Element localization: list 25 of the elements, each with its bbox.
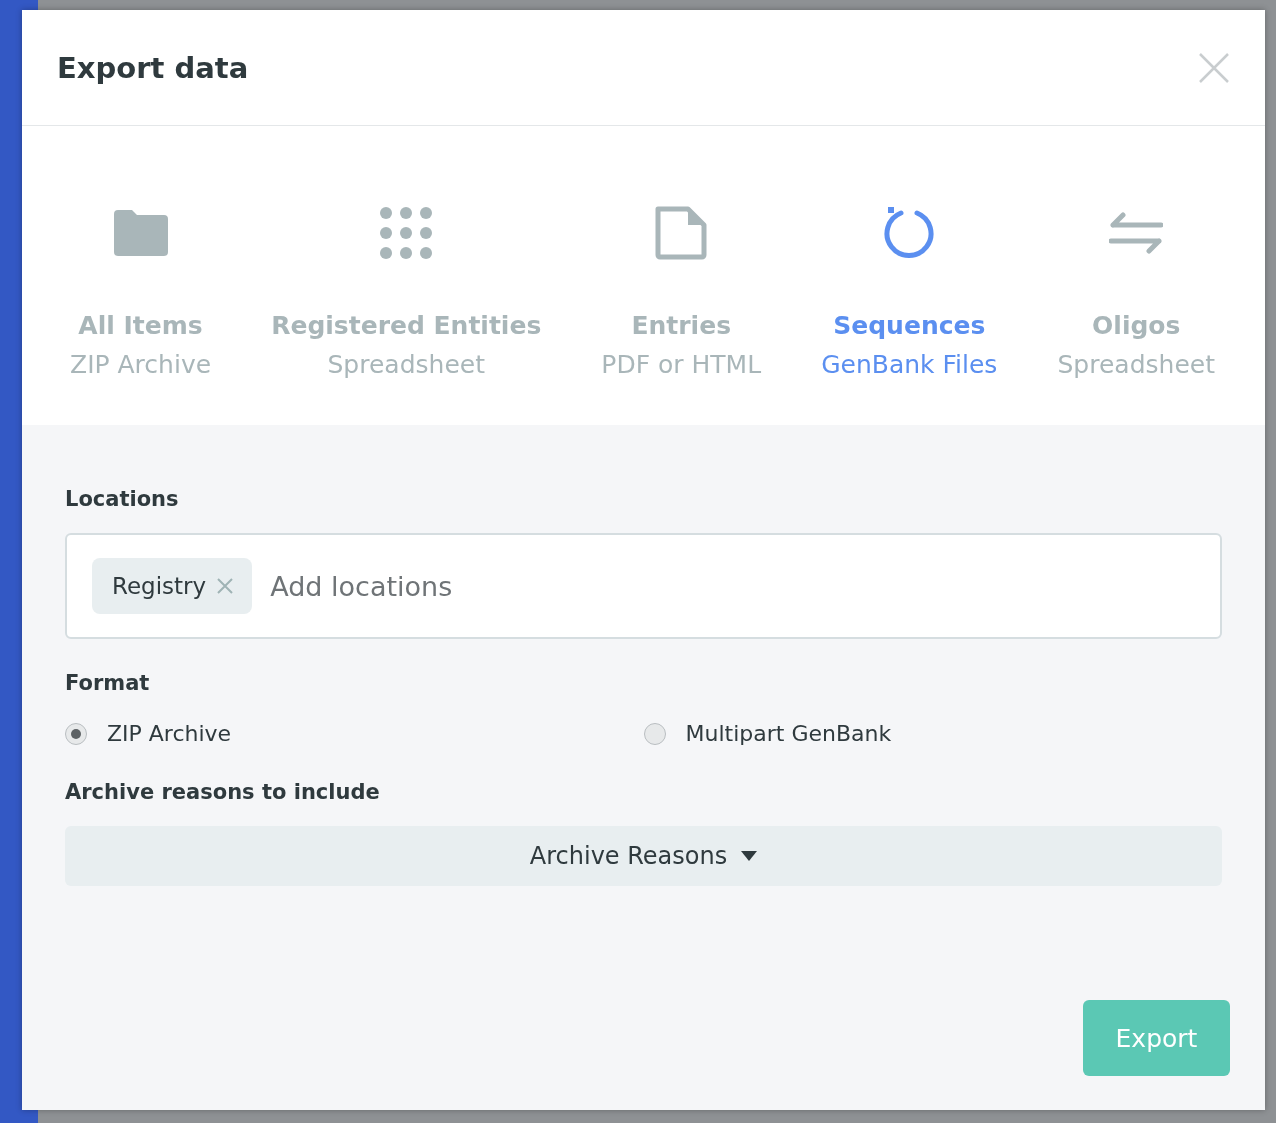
radio-label: ZIP Archive xyxy=(107,721,232,746)
radio-button[interactable] xyxy=(65,722,87,745)
export-type-tab[interactable]: Sequences GenBank Files xyxy=(821,204,998,425)
export-button[interactable]: Export xyxy=(1083,1000,1230,1076)
radio-label: Multipart GenBank xyxy=(685,721,892,746)
export-type-tab[interactable]: All Items ZIP Archive xyxy=(70,204,212,425)
format-label: Format xyxy=(65,671,150,695)
export-type-tab[interactable]: Oligos Spreadsheet xyxy=(1057,204,1215,425)
document-icon xyxy=(655,206,708,260)
swap-arrows-icon xyxy=(1109,211,1164,255)
locations-label: Locations xyxy=(65,487,179,511)
remove-icon[interactable] xyxy=(216,577,235,595)
caret-icon xyxy=(741,851,758,861)
close-icon[interactable] xyxy=(1198,51,1230,84)
archive-reasons-label: Archive reasons to include xyxy=(65,780,380,804)
tag-label: Registry xyxy=(112,573,207,599)
ring-icon xyxy=(882,206,937,260)
dots-grid-icon xyxy=(380,207,433,259)
export-type-tab[interactable]: Registered Entities Spreadsheet xyxy=(271,204,542,425)
export-type-tab[interactable]: Entries PDF or HTML xyxy=(601,204,762,425)
archive-reasons-dropdown[interactable]: Archive Reasons xyxy=(65,826,1222,886)
folder-icon xyxy=(113,210,168,256)
radio-button[interactable] xyxy=(643,722,666,745)
locations-input[interactable]: Add locations xyxy=(268,569,1195,603)
dialog-title: Export data xyxy=(57,50,249,85)
